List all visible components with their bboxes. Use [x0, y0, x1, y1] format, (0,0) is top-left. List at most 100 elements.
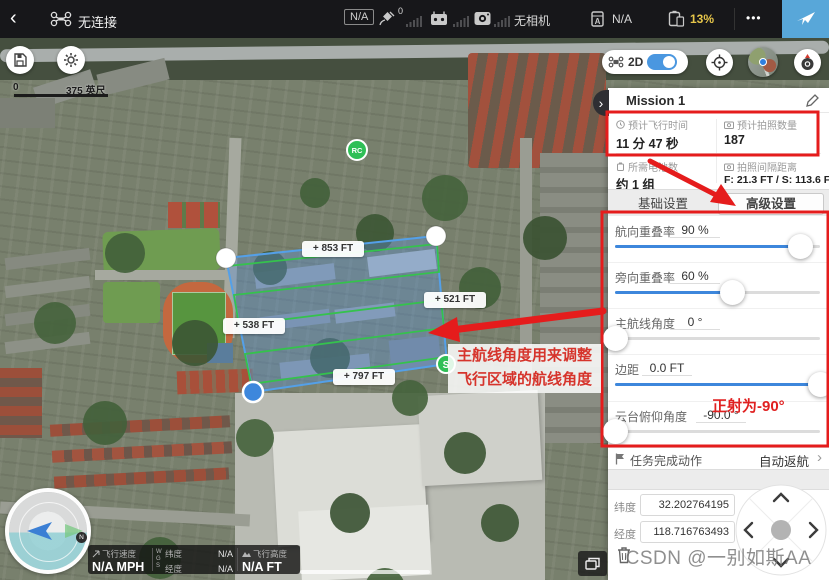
slider-handle[interactable] — [603, 326, 628, 351]
edge-length-label-left: + 538 FT — [223, 318, 285, 334]
edge-length-label-right: + 521 FT — [424, 292, 486, 308]
aircraft-battery-icon: A — [590, 10, 608, 27]
layers-icon — [585, 557, 601, 570]
aircraft-heading-arrow — [5, 488, 91, 574]
slider-handle[interactable] — [720, 280, 745, 305]
stat-value: 11 分 47 秒 — [616, 133, 679, 152]
camera-interval-icon — [724, 163, 734, 171]
back-button[interactable]: ‹ — [10, 6, 17, 30]
nudge-center-dot — [771, 520, 791, 540]
slider-handle[interactable] — [603, 419, 628, 444]
chevron-right-icon: › — [817, 449, 822, 466]
slider-row-route-angle: 主航线角度 0 ° — [608, 308, 829, 355]
mission-title: Mission 1 — [626, 93, 685, 108]
telemetry-altitude: 飞行高度 N/A FT — [238, 545, 298, 574]
gps-signal-bars — [406, 15, 422, 27]
latitude-input[interactable]: 32.202764195 — [640, 494, 735, 516]
map-scale-start: 0 — [13, 82, 19, 93]
slider-fill — [615, 291, 732, 294]
tab-advanced-settings[interactable]: 高级设置 — [718, 193, 824, 215]
camera-count-icon — [724, 121, 734, 129]
topbar-divider — [734, 8, 735, 30]
slider-label: 航向重叠率 — [615, 223, 675, 240]
takeoff-button[interactable] — [782, 0, 829, 38]
longitude-label: 经度 — [614, 526, 636, 542]
crosshair-icon — [711, 54, 728, 71]
stat-label: 预计拍照数量 — [724, 117, 797, 132]
watermark: CSDN @一别如斯AA — [608, 543, 829, 570]
device-battery-icon — [668, 10, 685, 27]
map-2d-switch[interactable] — [647, 54, 677, 70]
svg-text:A: A — [595, 17, 601, 26]
map-2d-label: 2D — [628, 55, 643, 69]
attitude-compass: N — [5, 488, 91, 574]
stat-value: 187 — [724, 133, 745, 147]
device-battery-percent: 13% — [690, 12, 714, 26]
stats-divider-v — [716, 119, 717, 183]
slider-label: 旁向重叠率 — [615, 269, 675, 286]
slider-value-input[interactable]: 90 % — [670, 223, 720, 238]
drone-icon — [50, 11, 72, 27]
tab-basic-settings[interactable]: 基础设置 — [614, 194, 712, 214]
save-icon — [13, 53, 27, 67]
mission-settings-button[interactable] — [57, 46, 85, 74]
more-menu-button[interactable]: ••• — [746, 11, 762, 25]
slider-handle[interactable] — [788, 234, 813, 259]
camera-status: 无相机 — [514, 12, 550, 29]
longitude-input[interactable]: 118.716763493 — [640, 521, 735, 543]
minimap-button[interactable] — [748, 47, 778, 77]
compass-reset-button[interactable] — [794, 49, 821, 76]
save-mission-button[interactable] — [6, 46, 34, 74]
finish-action-label: 任务完成动作 — [630, 452, 702, 469]
panel-header: Mission 1 — [608, 88, 829, 113]
finish-action-row[interactable]: 任务完成动作 自动返航 › — [608, 447, 829, 469]
edge-length-label-bottom: + 797 FT — [333, 369, 395, 385]
stat-value: F: 21.3 FT / S: 113.6 FT — [724, 174, 829, 186]
takeoff-plane-icon — [795, 9, 817, 29]
vertex-handle[interactable] — [426, 226, 446, 246]
drone-mini-icon — [608, 56, 624, 68]
map-layers-button[interactable] — [578, 551, 607, 576]
telemetry-coords: WGS 纬度N/A 经度N/A — [153, 545, 237, 574]
remote-controller-icon — [430, 11, 448, 26]
datum-label: WGS — [156, 549, 163, 570]
stat-label: 拍照间隔距离 — [724, 159, 797, 174]
locate-button[interactable] — [706, 49, 733, 76]
battery-count-icon — [616, 162, 625, 171]
minimap-position-dot — [759, 58, 767, 66]
mission-panel: Mission 1 预计飞行时间 11 分 47 秒 预计拍照数量 187 所需… — [608, 88, 829, 580]
vertex-handle-selected[interactable] — [243, 382, 263, 402]
slider-value-input[interactable]: 0 ° — [670, 315, 720, 330]
gps-count: 0 — [398, 6, 403, 16]
clock-icon — [616, 120, 625, 129]
slider-track[interactable] — [615, 383, 820, 386]
edge-length-label-top: + 853 FT — [302, 241, 364, 257]
edit-mission-icon[interactable] — [806, 94, 819, 107]
stats-divider-h — [616, 153, 821, 154]
slider-row-side-overlap: 旁向重叠率 60 % — [608, 262, 829, 309]
slider-fill — [615, 383, 820, 386]
slider-track[interactable] — [615, 430, 820, 433]
slider-handle[interactable] — [808, 372, 829, 397]
vertex-handle[interactable] — [216, 248, 236, 268]
slider-track[interactable] — [615, 245, 820, 248]
stat-label: 预计飞行时间 — [616, 117, 688, 132]
map-2d-toggle-pill: 2D — [602, 50, 688, 74]
flight-mode-badge: N/A — [344, 9, 374, 25]
app-screen: S RC + 853 FT + 521 FT + 538 FT + 797 FT… — [0, 0, 829, 580]
annotation-note-line2: 飞行区域的航线角度 — [448, 368, 601, 392]
slider-value-input[interactable]: 60 % — [670, 269, 720, 284]
stat-label: 所需电池数 — [616, 159, 678, 174]
map-scale-bar — [14, 94, 108, 97]
slider-label: 边距 — [615, 361, 639, 378]
rc-location-label: RC — [352, 146, 363, 155]
toggle-knob — [663, 56, 675, 68]
slider-track[interactable] — [615, 291, 820, 294]
slider-value-input[interactable]: 0.0 FT — [642, 361, 692, 376]
annotation-note-box: 主航线角度用来调整 飞行区域的航线角度 — [448, 344, 601, 393]
camera-icon — [474, 11, 491, 26]
slider-track[interactable] — [615, 337, 820, 340]
telemetry-bar: 飞行速度 N/A MPH WGS 纬度N/A 经度N/A 飞行高度 N/A FT — [88, 545, 300, 574]
altitude-icon — [242, 550, 251, 558]
telemetry-speed: 飞行速度 N/A MPH — [88, 545, 152, 574]
